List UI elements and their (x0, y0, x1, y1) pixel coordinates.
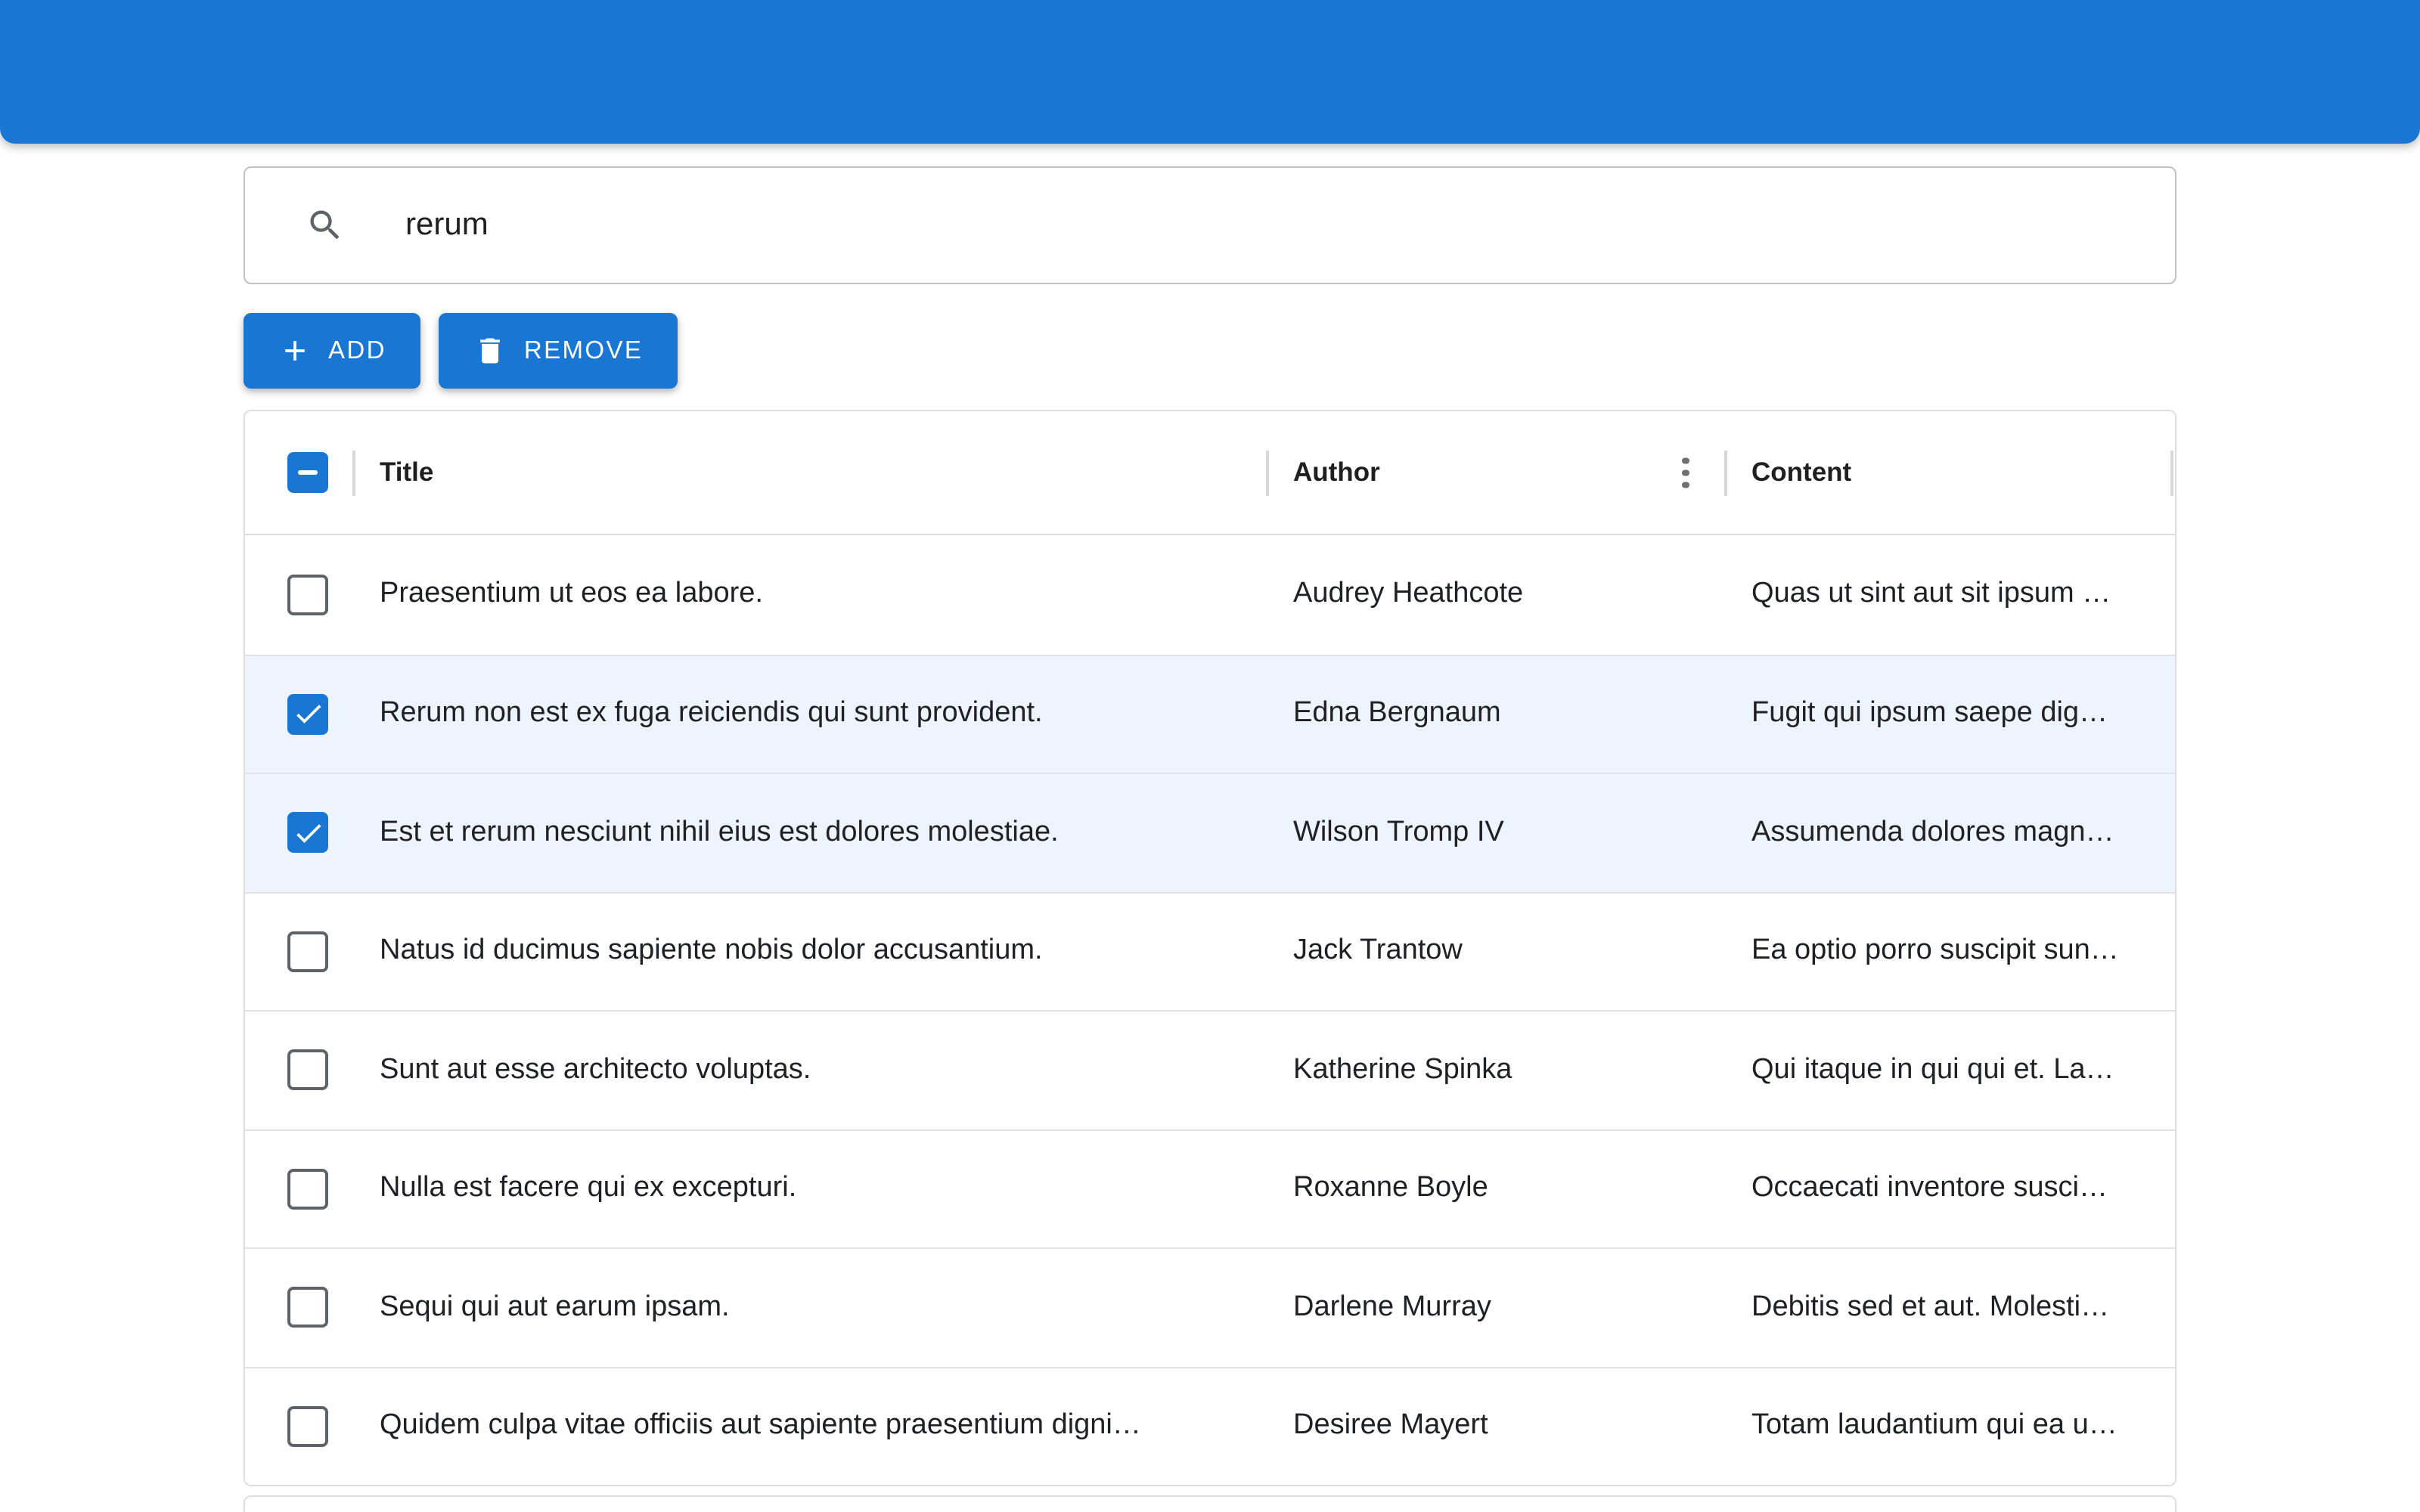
row-checkbox-cell (245, 1405, 352, 1447)
cell-title: Quidem culpa vitae officiis aut sapiente… (380, 1409, 1141, 1442)
check-icon (296, 705, 321, 724)
table-header-row: Title Author Content (245, 411, 2175, 535)
column-separator (352, 451, 355, 496)
cell-author: Wilson Tromp IV (1293, 816, 1504, 848)
cell-title: Sunt aut esse architecto voluptas. (380, 1053, 811, 1086)
row-checkbox[interactable] (287, 931, 328, 972)
column-separator (1266, 451, 1268, 496)
main-content: ADD REMOVE Title Author Cont (244, 166, 2176, 1512)
cell-author: Desiree Mayert (1293, 1409, 1488, 1442)
column-header-content[interactable]: Content (1724, 457, 2175, 488)
cell-content: Assumenda dolores magn… (1751, 816, 2114, 848)
data-table: Title Author Content Praesentium ut eos … (244, 410, 2176, 1486)
table-row[interactable]: Nulla est facere qui ex excepturi. Roxan… (245, 1129, 2175, 1247)
search-box (244, 166, 2176, 284)
row-checkbox[interactable] (287, 812, 328, 854)
table-row[interactable]: Est et rerum nesciunt nihil eius est dol… (245, 773, 2175, 891)
pagination-bar (244, 1495, 2176, 1512)
table-body: Praesentium ut eos ea labore. Audrey Hea… (245, 535, 2175, 1485)
row-checkbox-cell (245, 1168, 352, 1210)
cell-content: Occaecati inventore susci… (1751, 1172, 2108, 1204)
toolbar: ADD REMOVE (244, 313, 2176, 389)
page: ADD REMOVE Title Author Cont (0, 0, 2420, 1512)
table-row[interactable]: Natus id ducimus sapiente nobis dolor ac… (245, 891, 2175, 1010)
cell-content: Debitis sed et aut. Molesti… (1751, 1290, 2110, 1323)
cell-content: Fugit qui ipsum saepe dig… (1751, 697, 2108, 730)
search-icon (310, 210, 340, 240)
cell-title: Praesentium ut eos ea labore. (380, 578, 763, 610)
column-separator (2170, 451, 2173, 496)
table-row[interactable]: Sunt aut esse architecto voluptas. Kathe… (245, 1010, 2175, 1129)
row-checkbox-cell (245, 1049, 352, 1091)
row-checkbox-cell (245, 693, 352, 735)
cell-title: Natus id ducimus sapiente nobis dolor ac… (380, 934, 1043, 967)
cell-content: Ea optio porro suscipit sun… (1751, 934, 2119, 967)
column-separator (1724, 451, 1727, 496)
trash-icon (481, 338, 501, 364)
indeterminate-dash-icon (298, 470, 318, 475)
select-all-cell (245, 452, 352, 493)
cell-title: Nulla est facere qui ex excepturi. (380, 1172, 797, 1204)
cell-author: Katherine Spinka (1293, 1053, 1512, 1086)
row-checkbox-cell (245, 1287, 352, 1328)
cell-content: Quas ut sint aut sit ipsum … (1751, 578, 2111, 610)
row-checkbox[interactable] (287, 574, 328, 615)
row-checkbox[interactable] (287, 1049, 328, 1091)
cell-content: Totam laudantium qui ea u… (1751, 1409, 2118, 1442)
row-checkbox[interactable] (287, 1287, 328, 1328)
add-button[interactable]: ADD (244, 313, 421, 389)
remove-button-label: REMOVE (523, 336, 644, 364)
search-input[interactable] (405, 168, 2175, 283)
table-row[interactable]: Sequi qui aut earum ipsam. Darlene Murra… (245, 1247, 2175, 1366)
table-row[interactable]: Quidem culpa vitae officiis aut sapiente… (245, 1366, 2175, 1485)
cell-title: Est et rerum nesciunt nihil eius est dol… (380, 816, 1059, 848)
cell-author: Audrey Heathcote (1293, 578, 1524, 610)
add-button-label: ADD (328, 336, 386, 364)
cell-title: Sequi qui aut earum ipsam. (380, 1290, 730, 1323)
cell-author: Roxanne Boyle (1293, 1172, 1488, 1204)
row-checkbox[interactable] (287, 1168, 328, 1210)
app-header (0, 0, 2420, 144)
remove-button[interactable]: REMOVE (439, 313, 678, 389)
author-column-menu-icon[interactable] (1676, 451, 1695, 494)
row-checkbox[interactable] (287, 693, 328, 735)
plus-icon (285, 341, 305, 361)
check-icon (296, 823, 321, 843)
cell-author: Edna Bergnaum (1293, 697, 1501, 730)
row-checkbox-cell (245, 574, 352, 615)
row-checkbox[interactable] (287, 1405, 328, 1447)
cell-author: Jack Trantow (1293, 934, 1463, 967)
cell-title: Rerum non est ex fuga reiciendis qui sun… (380, 697, 1043, 730)
cell-author: Darlene Murray (1293, 1290, 1491, 1323)
column-header-author[interactable]: Author (1266, 457, 1724, 488)
column-header-title[interactable]: Title (352, 457, 1266, 488)
row-checkbox-cell (245, 812, 352, 854)
table-row[interactable]: Rerum non est ex fuga reiciendis qui sun… (245, 654, 2175, 773)
select-all-checkbox[interactable] (287, 452, 328, 493)
cell-content: Qui itaque in qui qui et. La… (1751, 1053, 2114, 1086)
row-checkbox-cell (245, 931, 352, 972)
table-row[interactable]: Praesentium ut eos ea labore. Audrey Hea… (245, 535, 2175, 654)
